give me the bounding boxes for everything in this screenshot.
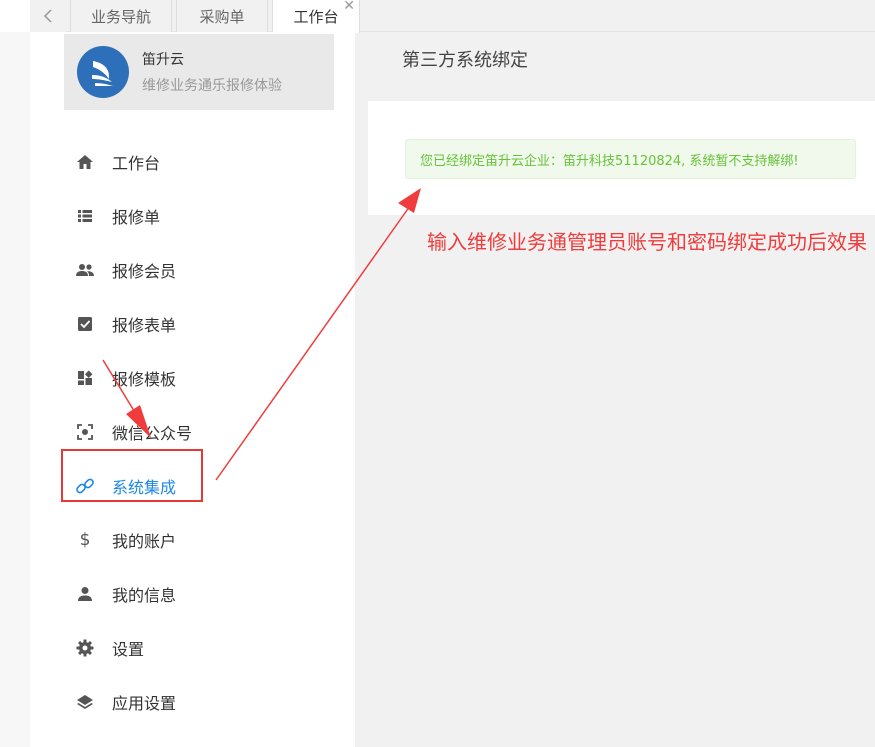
tab-purchase-order[interactable]: 采购单 <box>176 0 268 32</box>
brand-card: 笛升云 维修业务通乐报修体验 <box>64 34 334 110</box>
sidebar-item-my-info[interactable]: 我的信息 <box>30 567 355 621</box>
sidebar-item-system-integration[interactable]: 系统集成 <box>30 459 355 513</box>
sidebar-item-label: 设置 <box>112 640 145 659</box>
tab-label: 采购单 <box>199 7 245 26</box>
dollar-icon: $ <box>79 530 91 550</box>
tab-workbench[interactable]: 工作台 ✕ <box>272 0 360 33</box>
sidebar-item-my-account[interactable]: $ 我的账户 <box>30 513 355 567</box>
sail-logo-icon <box>92 61 113 86</box>
tab-label: 业务导航 <box>90 7 151 26</box>
chevron-left-icon <box>43 9 52 23</box>
people-icon <box>75 260 95 280</box>
sidebar-item-label: 报修会员 <box>112 262 177 281</box>
sidebar-item-label: 应用设置 <box>112 694 177 713</box>
tab-label: 工作台 <box>293 8 339 26</box>
sidebar-item-app-settings[interactable]: 应用设置 <box>30 675 355 729</box>
sidebar-item-repair-forms[interactable]: 报修表单 <box>30 297 355 351</box>
tab-business-nav[interactable]: 业务导航 <box>70 0 172 32</box>
annotation-text: 输入维修业务通管理员账号和密码绑定成功后效果 <box>427 230 867 254</box>
brand-logo <box>77 46 129 98</box>
brand-subtitle: 维修业务通乐报修体验 <box>142 78 282 94</box>
sidebar: 笛升云 维修业务通乐报修体验 工作台 报修单 报修会员 报修表单 报修模板 微信… <box>30 32 355 747</box>
success-alert: 您已经绑定笛升云企业：笛升科技51120824, 系统暂不支持解绑! <box>405 139 856 179</box>
sidebar-item-label: 工作台 <box>112 154 161 173</box>
sidebar-item-label: 我的信息 <box>112 586 177 605</box>
sidebar-item-label: 报修表单 <box>112 316 177 335</box>
sidebar-item-repair-templates[interactable]: 报修模板 <box>30 351 355 405</box>
link-icon <box>75 476 95 496</box>
sidebar-item-repair-members[interactable]: 报修会员 <box>30 243 355 297</box>
sidebar-item-label: 微信公众号 <box>112 424 193 443</box>
sidebar-item-label: 系统集成 <box>112 478 177 497</box>
gear-icon <box>75 638 95 658</box>
binding-card: 您已经绑定笛升云企业：笛升科技51120824, 系统暂不支持解绑! <box>368 101 875 215</box>
sidebar-menu: 工作台 报修单 报修会员 报修表单 报修模板 微信公众号 系统集成 $ 我的账户… <box>30 135 355 729</box>
sidebar-item-settings[interactable]: 设置 <box>30 621 355 675</box>
home-icon <box>75 152 95 172</box>
sidebar-item-workbench[interactable]: 工作台 <box>30 135 355 189</box>
person-icon <box>75 584 95 604</box>
brand-name: 笛升云 <box>142 52 184 68</box>
left-gutter-top <box>0 0 30 32</box>
list-icon <box>75 206 95 226</box>
checkbox-icon <box>75 314 95 334</box>
dashboard-icon <box>75 368 95 388</box>
sidebar-item-label: 报修模板 <box>112 370 177 389</box>
sidebar-item-label: 报修单 <box>112 208 161 227</box>
tab-scroll-left-button[interactable] <box>30 0 66 32</box>
close-icon[interactable]: ✕ <box>343 0 355 14</box>
sidebar-item-wechat-official[interactable]: 微信公众号 <box>30 405 355 459</box>
left-gutter <box>0 0 30 747</box>
sidebar-item-label: 我的账户 <box>112 532 177 551</box>
layers-icon <box>75 692 95 712</box>
tab-bar: 业务导航 采购单 工作台 ✕ <box>30 0 875 33</box>
page-title: 第三方系统绑定 <box>402 50 528 71</box>
sidebar-item-repair-orders[interactable]: 报修单 <box>30 189 355 243</box>
scan-icon <box>75 422 95 442</box>
